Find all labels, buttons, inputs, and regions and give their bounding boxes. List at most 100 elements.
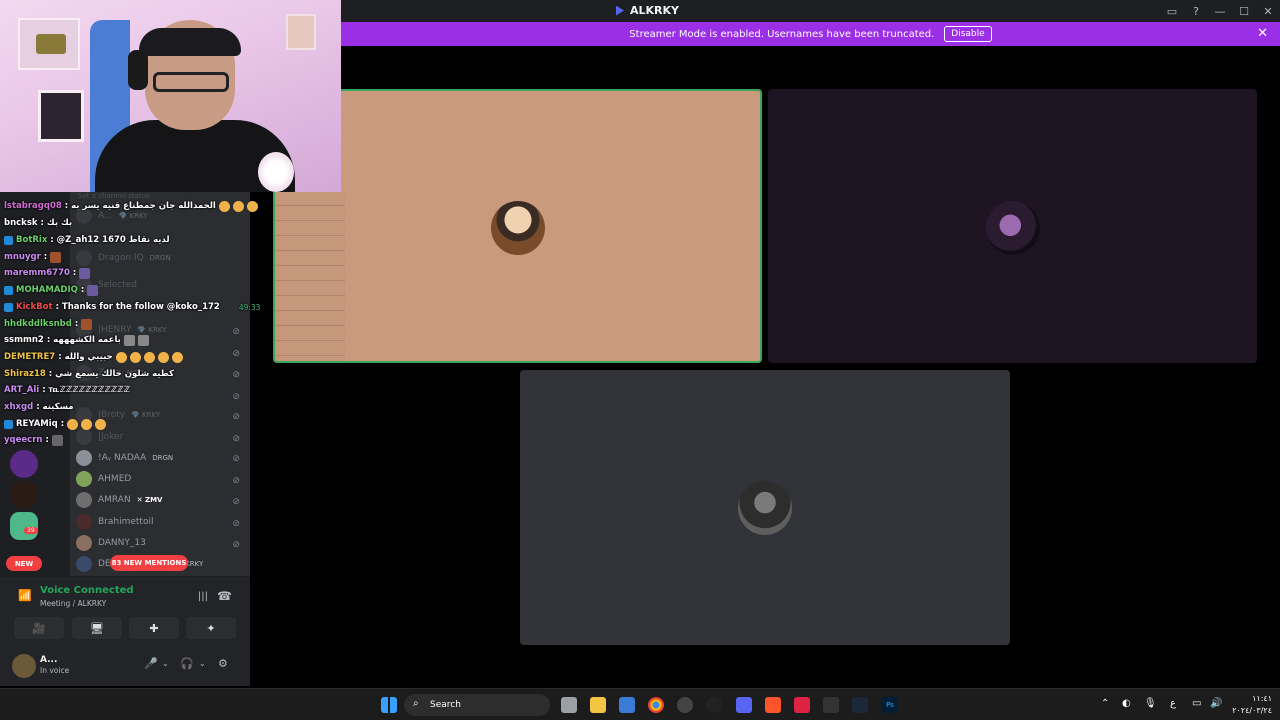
participant-avatar bbox=[738, 481, 792, 535]
video-tile[interactable] bbox=[768, 89, 1257, 363]
gear-icon[interactable]: ⚙ bbox=[218, 657, 228, 670]
bot-badge-icon bbox=[4, 302, 13, 312]
emoji-icon bbox=[67, 418, 79, 430]
close-window-button[interactable]: ✕ bbox=[1256, 5, 1280, 18]
webcam-overlay bbox=[0, 0, 341, 192]
emote-icon bbox=[87, 284, 99, 296]
windows-taskbar: ⌕ Search Ps ⌃ ◐ 🎙 ع ▭ 🔊 ١١:٤١ ٢٠٢٤/٠٣/٢٤ bbox=[0, 688, 1280, 720]
app-icon[interactable] bbox=[794, 697, 810, 713]
task-view-icon[interactable] bbox=[561, 697, 577, 713]
activities-button[interactable]: ✚ bbox=[129, 617, 179, 639]
headphones-icon[interactable]: 🎧 bbox=[180, 657, 194, 670]
username[interactable]: A... bbox=[40, 655, 57, 665]
participant-avatar bbox=[986, 201, 1040, 255]
microphone-tray-icon[interactable]: 🎙 bbox=[1144, 698, 1157, 709]
voice-connected-panel: 📶 Voice Connected Meeting / ALKRKY ||| ☎… bbox=[0, 576, 250, 646]
deafened-icon: ⊘ bbox=[232, 454, 240, 464]
emoji-icon bbox=[81, 418, 93, 430]
chat-message: lstabragq08 : الحمدالله جان جمطناع قنيه … bbox=[4, 198, 258, 214]
maximize-button[interactable]: ☐ bbox=[1232, 5, 1256, 18]
user-status: In voice bbox=[40, 666, 70, 675]
voice-member[interactable]: !Aᵧ NADAA DRGN bbox=[76, 448, 173, 468]
keyboard-language[interactable]: ع bbox=[1170, 698, 1176, 709]
store-icon[interactable] bbox=[619, 697, 635, 713]
clock[interactable]: ١١:٤١ ٢٠٢٤/٠٣/٢٤ bbox=[1232, 693, 1272, 717]
voice-member[interactable]: DANNY_13 bbox=[76, 533, 146, 553]
emote-icon bbox=[79, 267, 91, 279]
deafened-icon: ⊘ bbox=[232, 519, 240, 529]
title-bar: ALKRKY ▭ ? — ☐ ✕ bbox=[341, 0, 1280, 22]
avatar bbox=[76, 492, 92, 508]
avatar[interactable] bbox=[12, 654, 36, 678]
voice-member[interactable]: AMRAN ✕ ZMV bbox=[76, 490, 162, 510]
streamer-mode-banner: Streamer Mode is enabled. Usernames have… bbox=[341, 22, 1280, 46]
inbox-icon[interactable]: ▭ bbox=[1160, 5, 1184, 18]
new-unread-pill[interactable]: NEW bbox=[6, 556, 42, 571]
server-icon[interactable] bbox=[10, 450, 38, 478]
desktop: ALKRKY ▭ ? — ☐ ✕ Streamer Mode is enable… bbox=[0, 0, 1280, 720]
avatar bbox=[76, 556, 92, 572]
chevron-down-icon[interactable]: ⌄ bbox=[162, 659, 169, 668]
chat-message: DEMETRE7 : حبيبي والله bbox=[4, 349, 183, 365]
chat-message: KickBot : Thanks for the follow @koko_17… bbox=[4, 299, 260, 315]
chevron-down-icon[interactable]: ⌄ bbox=[199, 659, 206, 668]
file-explorer-icon[interactable] bbox=[590, 697, 606, 713]
emoji-icon bbox=[171, 351, 183, 363]
steam-icon[interactable] bbox=[852, 697, 868, 713]
minimize-button[interactable]: — bbox=[1208, 5, 1232, 18]
photoshop-icon[interactable]: Ps bbox=[882, 697, 898, 713]
voice-status[interactable]: Voice Connected bbox=[40, 585, 134, 596]
server-icon[interactable] bbox=[10, 480, 38, 508]
chat-message: hhdkddlksnbd : bbox=[4, 316, 93, 332]
close-icon[interactable]: ✕ bbox=[1257, 26, 1268, 41]
moderator-badge-icon bbox=[4, 235, 13, 245]
deafened-icon: ⊘ bbox=[232, 497, 240, 507]
voice-location[interactable]: Meeting / ALKRKY bbox=[40, 599, 106, 608]
disconnect-icon[interactable]: ☎ bbox=[217, 589, 232, 603]
subscriber-badge-icon bbox=[4, 285, 13, 295]
capcut-icon[interactable] bbox=[823, 697, 839, 713]
network-icon[interactable]: ▭ bbox=[1192, 698, 1201, 709]
disable-streamer-mode-button[interactable]: Disable bbox=[944, 26, 992, 42]
chat-message: ssmmn2 : باعمه الكشهههه bbox=[4, 332, 149, 348]
noise-suppression-icon[interactable]: ||| bbox=[198, 591, 208, 602]
avatar bbox=[76, 450, 92, 466]
emote-icon bbox=[51, 434, 63, 446]
tray-app-icon[interactable]: ◐ bbox=[1122, 698, 1131, 709]
start-icon[interactable] bbox=[381, 697, 397, 713]
voice-member[interactable]: AHMED bbox=[76, 469, 131, 489]
settings-app-icon[interactable] bbox=[706, 697, 722, 713]
share-screen-button[interactable]: 🖥 bbox=[72, 617, 122, 639]
server-icon[interactable] bbox=[10, 512, 38, 540]
chat-message: maremm6770 : bbox=[4, 265, 91, 281]
help-icon[interactable]: ? bbox=[1184, 5, 1208, 18]
avatar bbox=[76, 535, 92, 551]
banner-text: Streamer Mode is enabled. Usernames have… bbox=[629, 28, 935, 40]
emote-icon bbox=[123, 334, 135, 346]
chevron-up-icon[interactable]: ⌃ bbox=[1101, 698, 1109, 709]
chat-message: mnuygr : bbox=[4, 249, 62, 265]
headset bbox=[128, 50, 148, 90]
new-mentions-pill[interactable]: 83 NEW MENTIONS bbox=[110, 555, 188, 571]
discord-icon[interactable] bbox=[736, 697, 752, 713]
camera-off-button[interactable]: 🎥 bbox=[14, 617, 64, 639]
video-tile[interactable] bbox=[520, 370, 1010, 645]
connection-signal-icon[interactable]: 📶 bbox=[18, 589, 32, 602]
voice-member[interactable]: Brahimettoil bbox=[76, 512, 153, 532]
tile-texture bbox=[275, 191, 345, 361]
avatar bbox=[76, 471, 92, 487]
obs-icon[interactable] bbox=[677, 697, 693, 713]
chat-message: yqeecrn : bbox=[4, 432, 63, 448]
soundboard-button[interactable]: ✦ bbox=[186, 617, 236, 639]
taskbar-search[interactable]: ⌕ Search bbox=[404, 694, 550, 716]
video-tile-speaking[interactable] bbox=[273, 89, 762, 363]
emoji-icon bbox=[115, 351, 127, 363]
microphone-icon[interactable]: 🎤 bbox=[144, 657, 158, 670]
chrome-icon[interactable] bbox=[648, 697, 664, 713]
brave-icon[interactable] bbox=[765, 697, 781, 713]
emote-icon bbox=[50, 251, 62, 263]
volume-icon[interactable]: 🔊 bbox=[1210, 698, 1222, 709]
deafened-icon: ⊘ bbox=[232, 540, 240, 550]
window-controls: ▭ ? — ☐ ✕ bbox=[1160, 0, 1280, 22]
lamp bbox=[258, 152, 294, 192]
